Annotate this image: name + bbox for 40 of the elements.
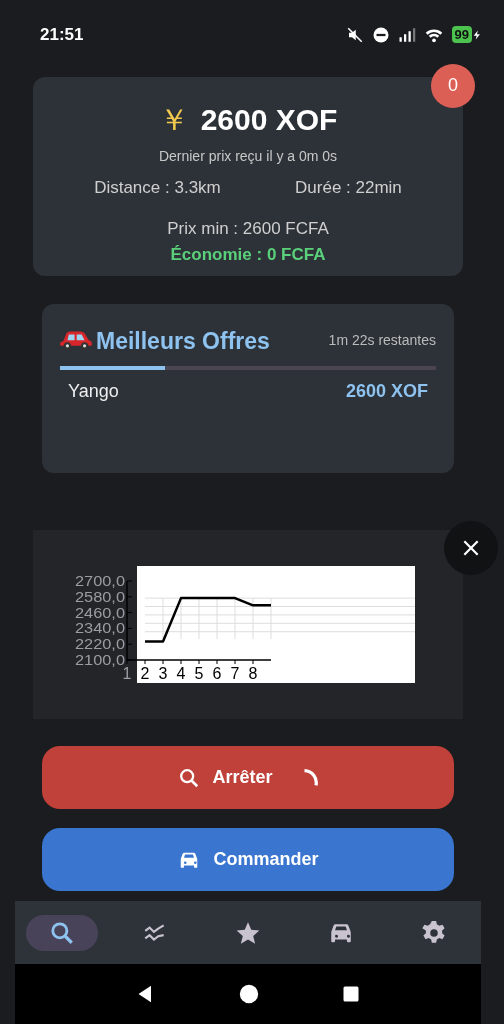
offers-title: Meilleurs Offres (96, 326, 270, 356)
search-icon (178, 766, 201, 789)
battery-level: 99 (451, 26, 472, 44)
last-update-text: Dernier prix reçu il y a 0m 0s (157, 146, 339, 166)
nav-tab[interactable] (25, 914, 98, 951)
y-tick-label: 2220,0 (75, 635, 121, 653)
settings-icon (421, 919, 448, 946)
min-price-text: Prix min : 2600 FCFA (167, 219, 329, 239)
order-button[interactable]: Commander (42, 828, 454, 892)
mute-icon (345, 25, 364, 44)
y-tick-label: 2700,0 (75, 572, 121, 590)
time-remaining: 1m 22s restantes (328, 331, 436, 351)
x-tick-label: 4 (176, 665, 186, 683)
signal-icon (397, 25, 416, 44)
home-icon[interactable] (238, 983, 260, 1006)
y-tick-label: 2580,0 (75, 588, 121, 606)
distance-text: Distance : 3.3km (94, 176, 221, 199)
savings-text: Économie : 0 FCFA (170, 244, 326, 264)
currency-symbol: ￥ (158, 101, 189, 138)
x-tick-label: 8 (248, 665, 258, 683)
status-time: 21:51 (40, 24, 84, 47)
x-tick-label: 6 (212, 665, 222, 683)
x-tick-label: 1 (122, 665, 132, 683)
x-tick-label: 7 (230, 665, 240, 683)
stop-button[interactable]: Arrêter (42, 746, 454, 810)
y-tick-label: 2340,0 (75, 619, 121, 637)
y-tick-label: 2460,0 (75, 603, 121, 621)
price-text: 2600 XOF (200, 101, 338, 138)
provider-name: Yango (68, 380, 119, 404)
x-tick-label: 3 (158, 665, 168, 683)
duration-text: Durée : 22min (295, 176, 402, 199)
recents-icon[interactable] (342, 985, 360, 1004)
x-tick-label: 5 (194, 665, 204, 683)
count-badge: 0 (431, 63, 475, 108)
y-tick-label: 2100,0 (75, 651, 121, 669)
x-tick-label: 2 (140, 665, 150, 683)
do-not-disturb-icon (371, 25, 390, 44)
car-icon (60, 331, 92, 351)
search-icon (48, 919, 75, 946)
offer-price: 2600 XOF (345, 380, 428, 404)
